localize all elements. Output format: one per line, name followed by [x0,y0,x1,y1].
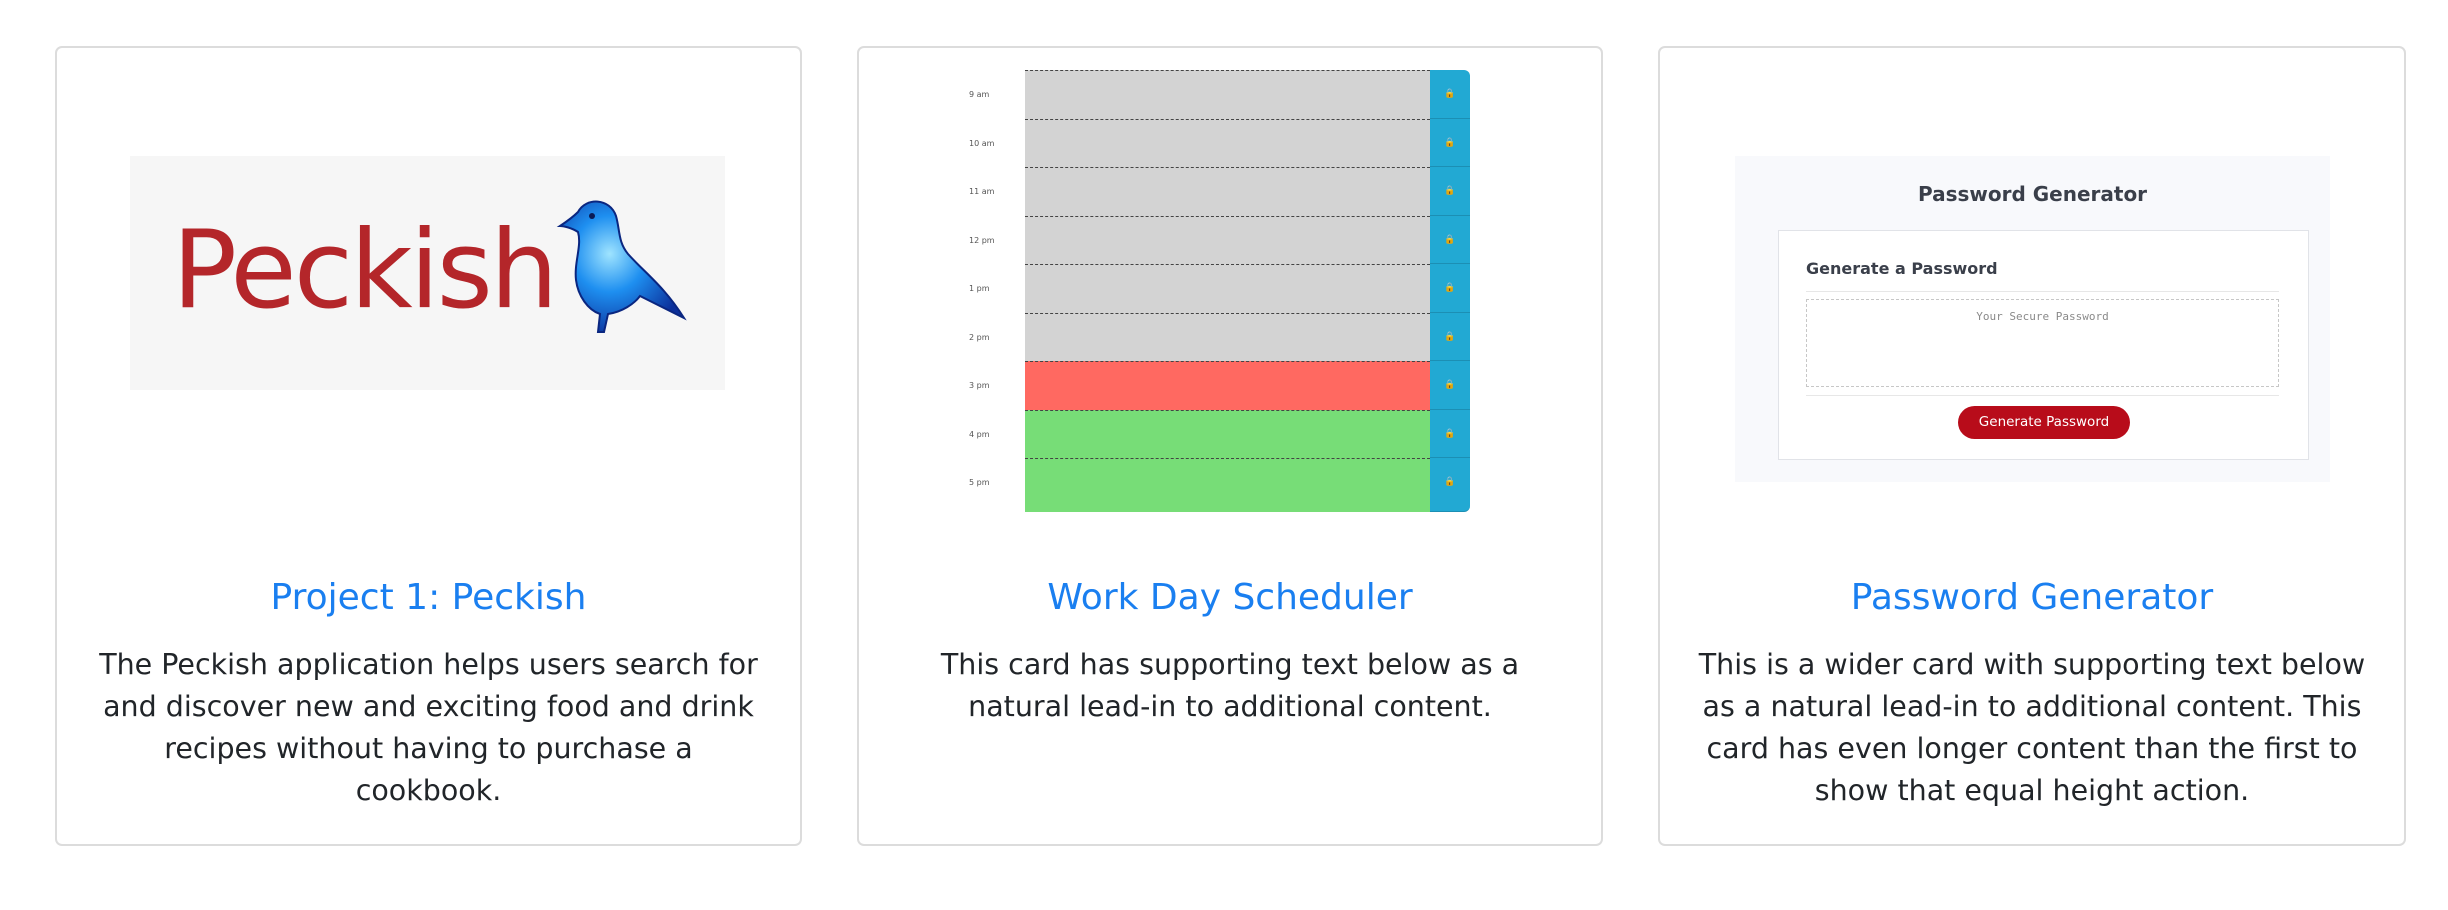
pw-app-header: Password Generator [1917,182,2148,206]
scheduler-hour-label: 3 pm [969,381,990,390]
scheduler-time-slot [1025,70,1430,119]
lock-icon: 🔒 [1430,215,1470,264]
scheduler-hour-label: 2 pm [969,332,990,342]
project-card-peckish: Peckish Project 1: Peckish The Peckish a… [55,46,802,846]
peckish-logo-image: Peckish [130,156,725,390]
lock-icon: 🔒 [1430,312,1470,361]
scheduler-time-slot [1025,409,1430,458]
card-text-scheduler: This card has supporting text below as a… [940,648,1520,723]
lock-icon: 🔒 [1430,118,1470,167]
lock-icon: 🔒 [1430,264,1470,313]
project-card-scheduler: 9 am 🔒 10 am 🔒 11 am 🔒 12 pm 🔒 1 pm 🔒 2 pm 🔒 3 pm 🔒 4 … [857,46,1603,846]
project-card-password: Password Generator Generate a Password Y… [1658,46,2406,846]
pw-card: Generate a Password Your Secure Password… [1778,230,2309,460]
scheduler-hour-label: 1 pm [969,284,990,293]
scheduler-hour-label: 12 pm [969,235,995,245]
blue-bird-icon [556,200,687,333]
pw-output-field: Your Secure Password [1806,299,2279,387]
scheduler-time-slot [1025,361,1430,410]
lock-icon: 🔒 [1430,409,1470,458]
scheduler-time-slot [1025,312,1430,361]
lock-icon: 🔒 [1430,167,1470,216]
generate-password-button: Generate Password [1958,406,2130,439]
lock-icon: 🔒 [1430,70,1470,119]
scheduler-time-slot [1025,458,1430,512]
scheduler-time-slot [1025,215,1430,264]
card-text-peckish: The Peckish application helps users sear… [99,648,758,807]
pw-card-title: Generate a Password [1806,259,1998,278]
scheduler-hour-label: 9 am [969,90,990,99]
card-title-password[interactable]: Password Generator [1660,576,2404,620]
scheduler-time-slot [1025,118,1430,167]
lock-icon: 🔒 [1430,361,1470,410]
card-title-scheduler[interactable]: Work Day Scheduler [859,576,1601,620]
card-title-peckish[interactable]: Project 1: Peckish [57,576,800,620]
scheduler-screenshot-image: 9 am 🔒 10 am 🔒 11 am 🔒 12 pm 🔒 1 pm 🔒 2 pm 🔒 3 pm 🔒 4 … [969,70,1491,512]
scheduler-hour-label: 4 pm [969,429,990,439]
card-text-password: This is a wider card with supporting tex… [1698,648,2366,807]
pw-divider [1806,291,2279,292]
scheduler-time-slot [1025,167,1430,216]
lock-icon: 🔒 [1430,458,1470,512]
peckish-logo-text: Peckish [172,208,558,333]
scheduler-hour-label: 5 pm [969,478,990,487]
password-generator-screenshot-image: Password Generator Generate a Password Y… [1735,156,2330,482]
scheduler-hour-label: 10 am [969,138,995,148]
scheduler-hour-label: 11 am [969,187,995,196]
scheduler-time-slot [1025,264,1430,313]
pw-divider [1806,395,2279,396]
